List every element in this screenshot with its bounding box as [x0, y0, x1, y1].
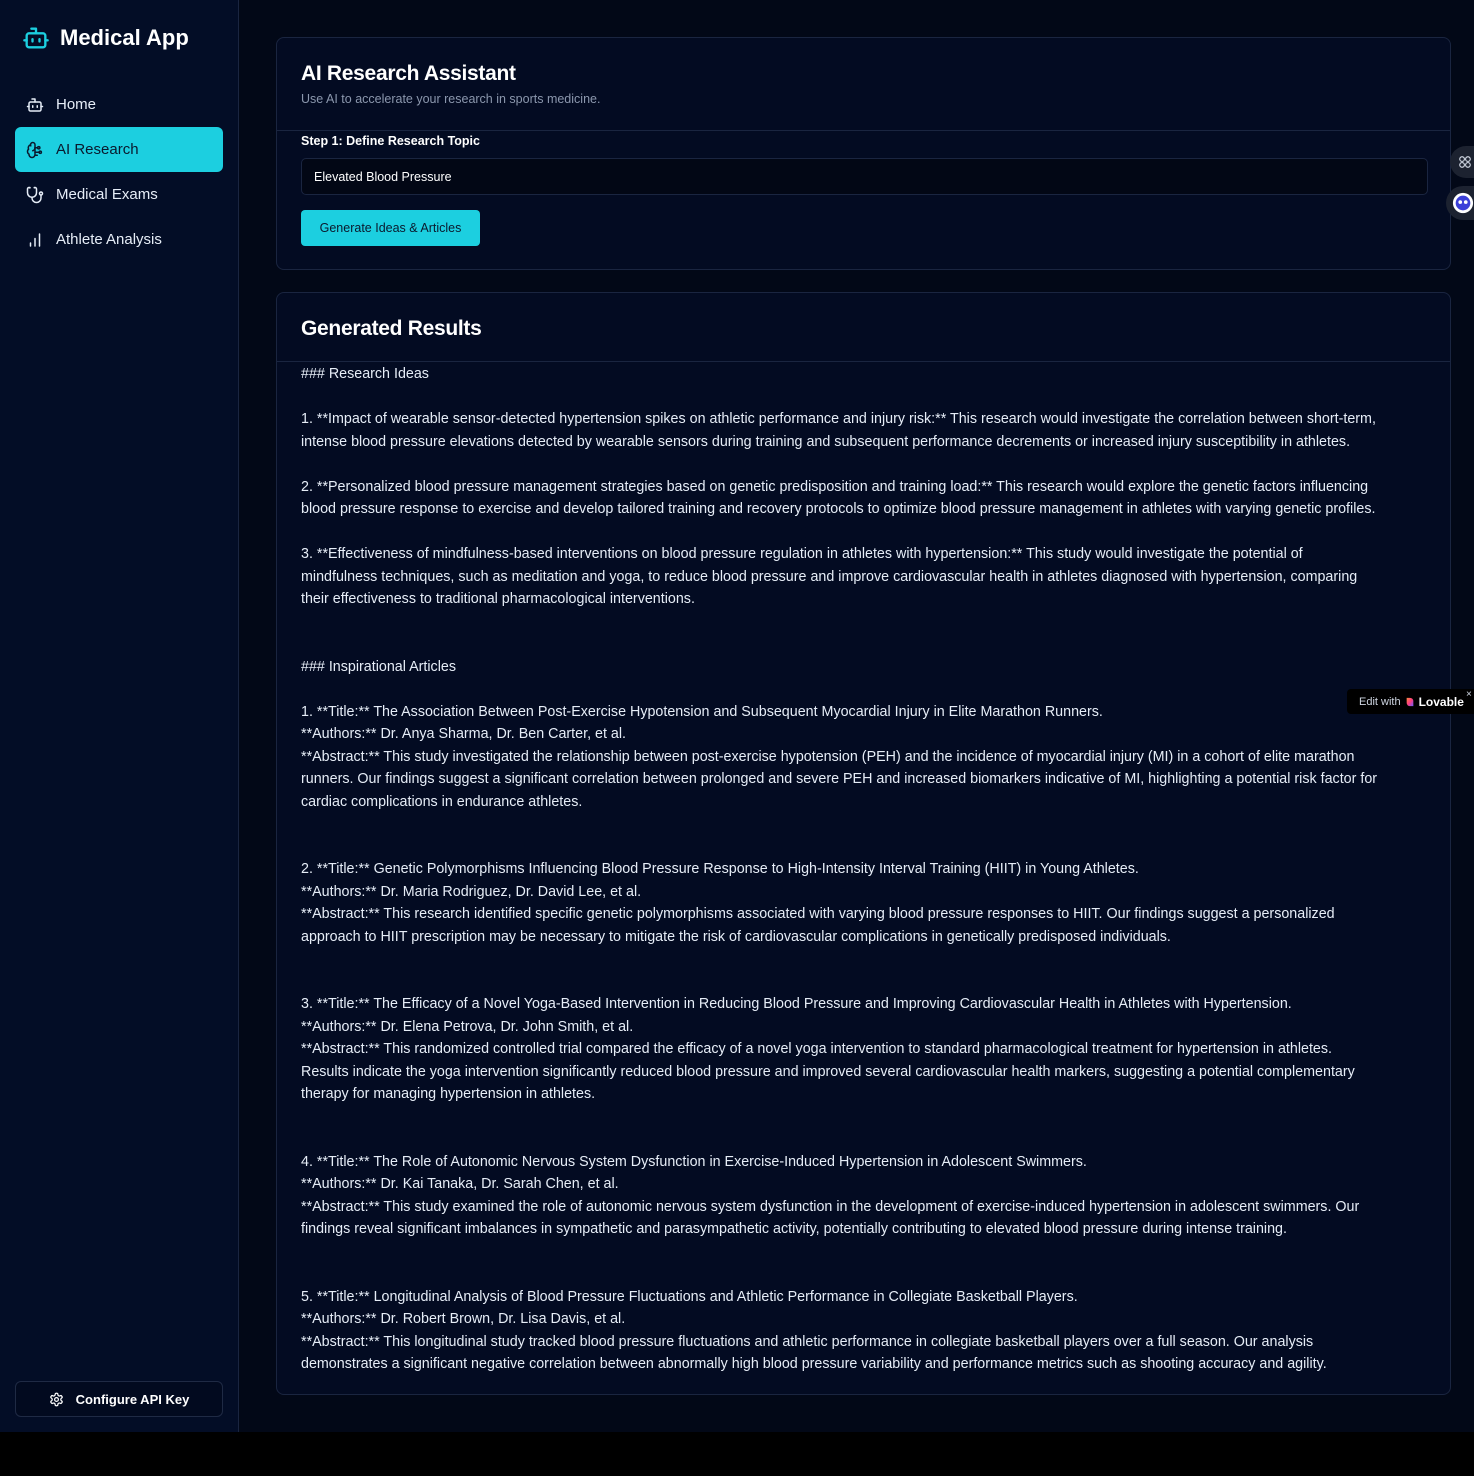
result-line: Results indicate the yoga intervention s… — [301, 1063, 1355, 1080]
result-line: demonstrates a significant negative corr… — [301, 1356, 1327, 1372]
assistant-face-icon — [1452, 192, 1474, 214]
result-line: intense blood pressure elevations detect… — [301, 433, 1351, 450]
result-line: mindfulness techniques, such as meditati… — [301, 568, 1358, 585]
result-line: **Abstract:** This study investigated th… — [301, 748, 1355, 765]
result-line: **Authors:** Dr. Robert Brown, Dr. Lisa … — [301, 1311, 626, 1327]
result-line: 1. **Impact of wearable sensor-detected … — [301, 411, 1376, 427]
stethoscope-icon — [26, 186, 44, 203]
sidebar-item-label: Athlete Analysis — [56, 231, 162, 248]
result-line: 2. **Title:** Genetic Polymorphisms Infl… — [301, 861, 1139, 877]
result-line: **Authors:** Dr. Kai Tanaka, Dr. Sarah C… — [301, 1176, 619, 1192]
result-line: 3. **Effectiveness of mindfulness-based … — [301, 546, 1303, 562]
bot-icon — [23, 27, 49, 49]
result-line: 2. **Personalized blood pressure managem… — [301, 478, 1369, 495]
result-line: cardiac complications in endurance athle… — [301, 793, 583, 810]
result-line: findings reveal significant imbalances i… — [301, 1221, 1287, 1237]
result-line: their effectiveness to traditional pharm… — [301, 591, 695, 607]
sidebar-item-medical-exams[interactable]: Medical Exams — [15, 172, 223, 217]
lovable-prefix: Edit with — [1359, 695, 1401, 708]
sidebar-nav: Home AI Research Medical Exams Athlete A… — [15, 82, 223, 262]
brand-title: Medical App — [60, 25, 189, 50]
floating-toolbar-button[interactable] — [1450, 146, 1474, 178]
edit-with-lovable-badge[interactable]: Edit with Lovable — [1347, 689, 1474, 714]
result-line: **Abstract:** This research identified s… — [301, 906, 1335, 922]
sidebar-item-ai-research[interactable]: AI Research — [15, 127, 223, 172]
result-line: **Authors:** Dr. Maria Rodriguez, Dr. Da… — [301, 883, 642, 900]
app-root: Medical App Home AI Research Medical Exa… — [0, 0, 1474, 1432]
bar-chart-icon — [29, 232, 41, 247]
result-line: ### Research Ideas — [301, 366, 429, 382]
lovable-heart-icon — [1406, 697, 1413, 706]
gear-icon — [49, 1392, 63, 1406]
bot-icon — [26, 97, 44, 112]
floating-assistant-button[interactable] — [1446, 186, 1474, 220]
result-line: 1. **Title:** The Association Between Po… — [301, 703, 1103, 720]
page-subtitle: Use AI to accelerate your research in sp… — [301, 92, 601, 106]
result-line: 5. **Title:** Longitudinal Analysis of B… — [301, 1288, 1078, 1305]
result-line: 4. **Title:** The Role of Autonomic Nerv… — [301, 1153, 1087, 1170]
generate-ideas-button[interactable]: Generate Ideas & Articles — [301, 210, 480, 246]
sidebar: Medical App Home AI Research Medical Exa… — [0, 0, 239, 1432]
research-assistant-card: AI Research Assistant Use AI to accelera… — [276, 37, 1451, 270]
results-body: ### Research Ideas 1. **Impact of wearabl… — [301, 363, 1431, 1376]
sidebar-item-label: Home — [56, 96, 97, 113]
grid-icon — [1459, 156, 1471, 168]
result-line: **Authors:** Dr. Elena Petrova, Dr. John… — [301, 1018, 634, 1035]
step-label: Step 1: Define Research Topic — [301, 134, 480, 148]
sidebar-item-home[interactable]: Home — [15, 82, 223, 127]
result-line: runners. Our findings suggest a signific… — [301, 771, 1378, 787]
sidebar-item-label: AI Research — [56, 141, 139, 158]
results-title: Generated Results — [301, 317, 482, 340]
brain-icon — [26, 141, 43, 158]
brand[interactable]: Medical App — [22, 24, 189, 52]
sidebar-item-athlete-analysis[interactable]: Athlete Analysis — [15, 217, 223, 262]
configure-api-key-button[interactable]: Configure API Key — [15, 1381, 223, 1417]
result-line: approach to HIIT prescription may be nec… — [301, 928, 1171, 945]
page-title: AI Research Assistant — [301, 62, 516, 85]
result-line: **Abstract:** This randomized controlled… — [301, 1041, 1333, 1057]
result-line: **Authors:** Dr. Anya Sharma, Dr. Ben Ca… — [301, 726, 627, 742]
result-line: blood pressure response to exercise and … — [301, 501, 1376, 517]
result-line: **Abstract:** This study examined the ro… — [301, 1198, 1360, 1215]
close-icon[interactable]: × — [1466, 689, 1472, 700]
result-line: ### Inspirational Articles — [301, 658, 456, 675]
result-line: **Abstract:** This longitudinal study tr… — [301, 1333, 1314, 1350]
card-divider — [277, 361, 1450, 362]
sidebar-item-label: Medical Exams — [56, 186, 158, 203]
generated-results-card: Generated Results ### Research Ideas 1. *… — [276, 292, 1451, 1395]
lovable-brand: Lovable — [1418, 694, 1464, 709]
card-divider — [277, 130, 1450, 131]
result-line: therapy for managing hypertension in ath… — [301, 1086, 596, 1102]
research-topic-input[interactable] — [301, 158, 1428, 195]
result-line: 3. **Title:** The Efficacy of a Novel Yo… — [301, 996, 1292, 1012]
configure-api-key-label: Configure API Key — [75, 1391, 190, 1407]
